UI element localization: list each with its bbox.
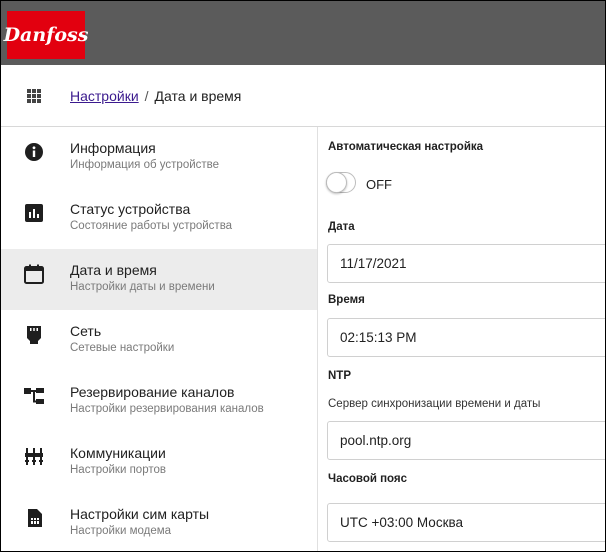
bar-chart-icon — [25, 204, 43, 222]
time-label: Время — [328, 294, 365, 306]
ntp-server-value: pool.ntp.org — [340, 433, 412, 448]
breadcrumb-link-settings[interactable]: Настройки — [70, 88, 139, 104]
sidebar-item-title: Настройки сим карты — [70, 506, 210, 522]
sidebar-item-network[interactable]: Сеть Сетевые настройки — [1, 310, 317, 371]
logo-text: Danfoss — [3, 24, 89, 46]
time-value: 02:15:13 PM — [340, 330, 417, 345]
sidebar-item-subtitle: Настройки даты и времени — [70, 281, 215, 293]
sidebar: Информация Информация об устройстве Стат… — [1, 127, 318, 551]
sidebar-item-subtitle: Сетевые настройки — [70, 342, 175, 354]
sidebar-item-subtitle: Состояние работы устройства — [70, 220, 233, 232]
sidebar-item-communications[interactable]: Коммуникации Настройки портов — [1, 432, 317, 493]
sidebar-item-subtitle: Настройки резервирования каналов — [70, 403, 264, 415]
sidebar-item-info[interactable]: Информация Информация об устройстве — [1, 127, 317, 188]
sidebar-item-sim-settings[interactable]: Настройки сим карты Настройки модема — [1, 493, 317, 551]
sidebar-item-subtitle: Информация об устройстве — [70, 159, 220, 171]
top-bar: Danfoss — [1, 1, 605, 65]
hierarchy-icon — [24, 388, 44, 404]
sidebar-item-title: Сеть — [70, 323, 102, 339]
sidebar-item-channel-redundancy[interactable]: Резервирование каналов Настройки резерви… — [1, 371, 317, 432]
date-value: 11/17/2021 — [340, 256, 407, 271]
sidebar-item-title: Дата и время — [70, 262, 157, 278]
calendar-icon — [24, 264, 44, 284]
sidebar-item-title: Коммуникации — [70, 445, 166, 461]
sim-card-icon — [28, 509, 42, 527]
breadcrumb-separator: / — [144, 88, 149, 104]
app-window: Danfoss Настройки / Дата и время Информаци… — [0, 0, 606, 552]
timezone-select[interactable]: UTC +03:00 Москва — [327, 503, 605, 542]
toolbar: Настройки / Дата и время — [1, 65, 605, 127]
time-field[interactable]: 02:15:13 PM — [327, 318, 605, 357]
ports-icon — [25, 448, 43, 465]
sidebar-item-device-status[interactable]: Статус устройства Состояние работы устро… — [1, 188, 317, 249]
auto-setup-state: OFF — [366, 177, 392, 192]
ntp-label: NTP — [328, 370, 351, 382]
info-icon — [25, 143, 43, 161]
sidebar-item-subtitle: Настройки портов — [70, 464, 166, 476]
ntp-server-field[interactable]: pool.ntp.org — [327, 421, 605, 460]
sidebar-item-date-time[interactable]: Дата и время Настройки даты и времени — [1, 249, 317, 310]
breadcrumb: Настройки / Дата и время — [70, 88, 241, 104]
sidebar-item-title: Резервирование каналов — [70, 384, 235, 400]
breadcrumb-current: Дата и время — [154, 88, 242, 104]
timezone-label: Часовой пояс — [328, 473, 408, 485]
danfoss-logo[interactable]: Danfoss — [4, 11, 88, 59]
timezone-value: UTC +03:00 Москва — [340, 515, 464, 530]
sidebar-item-subtitle: Настройки модема — [70, 525, 172, 537]
date-field[interactable]: 11/17/2021 — [327, 244, 605, 283]
date-label: Дата — [328, 221, 355, 233]
date-time-settings-panel: Автоматическая настройка OFF Дата 11/17/… — [318, 127, 605, 551]
auto-setup-toggle[interactable] — [326, 172, 356, 193]
sidebar-item-title: Информация — [70, 140, 156, 156]
toggle-knob — [326, 172, 347, 193]
ethernet-icon — [27, 326, 41, 344]
apps-grid-icon[interactable] — [27, 89, 41, 103]
sidebar-item-title: Статус устройства — [70, 201, 191, 217]
auto-setup-label: Автоматическая настройка — [328, 141, 484, 153]
ntp-server-label: Сервер синхронизации времени и даты — [328, 398, 541, 410]
